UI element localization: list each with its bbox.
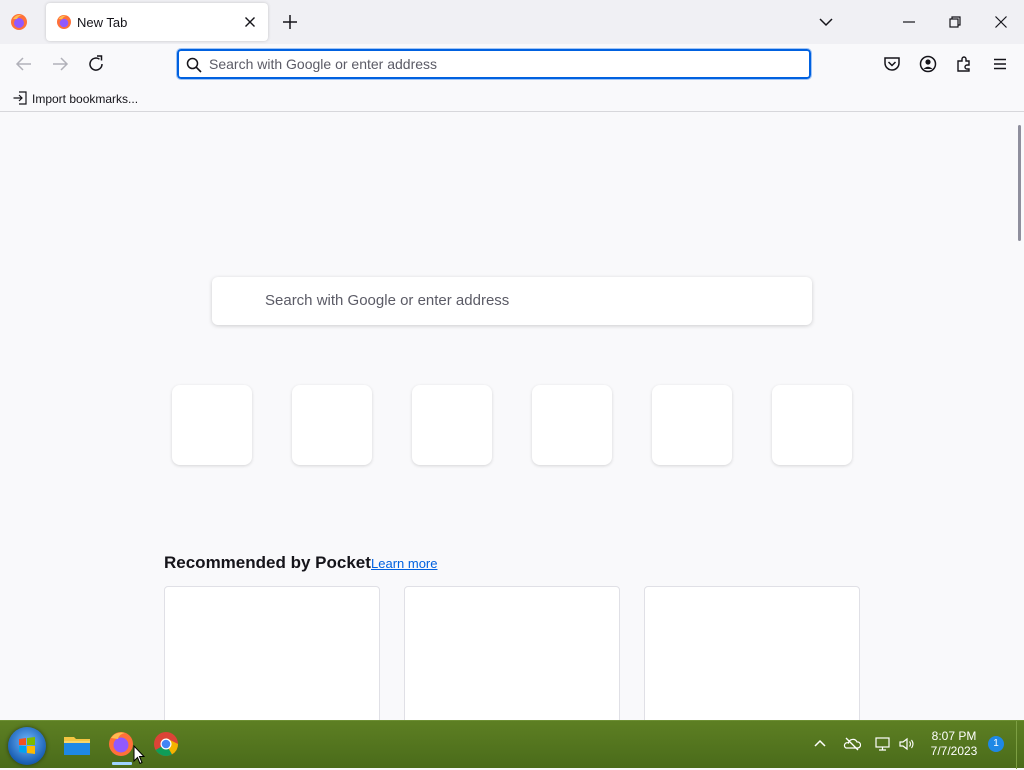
shortcut-tile[interactable] <box>772 385 852 465</box>
address-input[interactable]: Search with Google or enter address <box>209 56 437 72</box>
minimize-icon[interactable] <box>897 10 921 34</box>
volume-icon[interactable] <box>898 735 916 753</box>
file-explorer-icon[interactable] <box>62 729 92 759</box>
shortcut-tile[interactable] <box>652 385 732 465</box>
forward-arrow-icon[interactable] <box>48 52 72 76</box>
reload-icon[interactable] <box>84 52 108 76</box>
chrome-icon[interactable] <box>151 729 181 759</box>
close-tab-icon[interactable] <box>240 12 260 32</box>
newtab-search-box[interactable]: Search with Google or enter address <box>212 277 812 325</box>
firefox-taskbar-icon[interactable] <box>106 729 136 759</box>
tab-strip: New Tab <box>0 0 1024 44</box>
start-button[interactable] <box>8 727 46 765</box>
extensions-icon[interactable] <box>952 52 976 76</box>
pocket-learn-more-link[interactable]: Learn more <box>371 556 437 571</box>
new-tab-page: Search with Google or enter address Reco… <box>0 113 1024 720</box>
address-bar[interactable]: Search with Google or enter address <box>176 48 812 80</box>
back-arrow-icon[interactable] <box>12 52 36 76</box>
system-clock[interactable]: 8:07 PM 7/7/2023 <box>924 729 984 759</box>
restore-icon[interactable] <box>943 10 967 34</box>
shortcut-tile[interactable] <box>532 385 612 465</box>
import-bookmarks-button[interactable]: Import bookmarks... <box>32 92 138 106</box>
shortcut-tile[interactable] <box>412 385 492 465</box>
search-icon <box>186 57 202 73</box>
import-icon <box>13 91 27 105</box>
chevron-down-icon[interactable] <box>815 11 837 33</box>
shortcut-tile[interactable] <box>292 385 372 465</box>
pocket-story-card[interactable] <box>644 586 860 720</box>
windows-taskbar: 8:07 PM 7/7/2023 1 <box>0 720 1024 769</box>
clock-time: 8:07 PM <box>931 729 977 743</box>
active-app-indicator <box>112 762 132 765</box>
pocket-story-card[interactable] <box>404 586 620 720</box>
menu-icon[interactable] <box>988 52 1012 76</box>
close-window-icon[interactable] <box>989 10 1013 34</box>
clock-date: 7/7/2023 <box>930 744 978 758</box>
bookmarks-toolbar: Import bookmarks... <box>0 84 1024 112</box>
new-tab-icon[interactable] <box>278 10 302 34</box>
newtab-search-placeholder: Search with Google or enter address <box>265 292 510 309</box>
notification-badge[interactable]: 1 <box>988 736 1004 752</box>
tab-new-tab[interactable]: New Tab <box>46 3 268 41</box>
pocket-story-card[interactable] <box>164 586 380 720</box>
network-icon[interactable] <box>874 735 892 753</box>
tab-title: New Tab <box>77 15 128 30</box>
shortcut-tile[interactable] <box>172 385 252 465</box>
mouse-cursor-icon <box>133 745 145 765</box>
show-desktop-button[interactable] <box>1016 721 1024 769</box>
account-icon[interactable] <box>916 52 940 76</box>
pocket-heading: Recommended by Pocket <box>164 553 371 572</box>
firefox-icon <box>57 15 71 29</box>
scrollbar-thumb[interactable] <box>1018 125 1021 241</box>
chevron-up-icon[interactable] <box>811 735 829 753</box>
navigation-toolbar: Search with Google or enter address <box>0 44 1024 84</box>
pocket-icon[interactable] <box>880 52 904 76</box>
windows-logo-icon <box>19 737 35 754</box>
onedrive-offline-icon[interactable] <box>843 735 861 753</box>
firefox-view-icon[interactable] <box>10 13 28 31</box>
